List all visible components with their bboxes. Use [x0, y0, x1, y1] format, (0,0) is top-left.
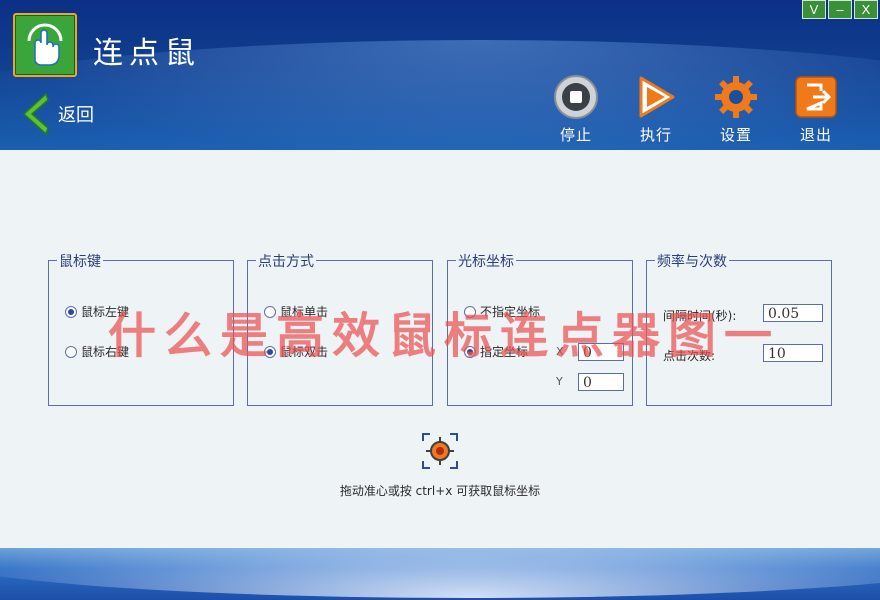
- radio-double-click[interactable]: 鼠标双击: [264, 343, 328, 360]
- back-label: 返回: [58, 105, 94, 126]
- stop-icon: [554, 75, 598, 119]
- hand-pointer-icon: [27, 23, 63, 66]
- header-bar: 连点鼠 V – X 返回 停止 执行 设置 退出: [0, 0, 880, 150]
- window-controls: V – X: [800, 0, 878, 19]
- stop-label: 停止: [559, 126, 592, 144]
- y-label: Y: [556, 375, 563, 388]
- radio-left-label: 鼠标左键: [81, 305, 130, 319]
- run-label: 执行: [639, 126, 672, 144]
- crosshair-icon: [422, 433, 458, 469]
- exit-button[interactable]: 退出: [786, 74, 846, 145]
- radio-indicator[interactable]: [65, 345, 77, 358]
- chevron-left-icon: [22, 92, 49, 136]
- radio-right-label: 鼠标右键: [81, 345, 130, 359]
- radio-indicator[interactable]: [464, 305, 476, 318]
- frequency-legend: 频率与次数: [655, 251, 729, 271]
- radio-right-button[interactable]: 鼠标右键: [65, 343, 129, 360]
- exit-label: 退出: [799, 126, 832, 144]
- interval-label: 间隔时间(秒):: [663, 309, 737, 323]
- y-input[interactable]: 0: [578, 373, 624, 391]
- radio-left-button[interactable]: 鼠标左键: [65, 303, 129, 320]
- app-title: 连点鼠: [93, 36, 201, 71]
- x-input[interactable]: 0: [578, 343, 624, 361]
- radio-single-label: 鼠标单击: [280, 305, 329, 319]
- close-button[interactable]: X: [854, 0, 878, 19]
- settings-button[interactable]: 设置: [706, 74, 766, 145]
- settings-label: 设置: [719, 126, 752, 144]
- mouse-key-legend: 鼠标键: [57, 251, 103, 271]
- footer-decoration: [0, 548, 880, 598]
- radio-indicator[interactable]: [264, 345, 276, 358]
- frequency-group: 频率与次数 间隔时间(秒): 0.05 点击次数: 10: [646, 251, 832, 406]
- run-button[interactable]: 执行: [626, 74, 686, 145]
- mouse-key-group: 鼠标键 鼠标左键 鼠标右键: [48, 251, 234, 406]
- crosshair-hint: 拖动准心或按 ctrl+x 可获取鼠标坐标: [339, 484, 541, 498]
- gear-icon: [715, 76, 757, 118]
- crosshair-target-icon[interactable]: [421, 432, 459, 470]
- count-label: 点击次数:: [663, 349, 716, 363]
- x-label: X: [556, 345, 564, 358]
- radio-double-label: 鼠标双击: [280, 345, 329, 359]
- footer-bar: [0, 548, 880, 600]
- radio-no-coord[interactable]: 不指定坐标: [464, 303, 540, 320]
- radio-set-coord[interactable]: 指定坐标: [464, 343, 528, 360]
- app-logo: [13, 13, 77, 77]
- interval-input[interactable]: 0.05: [763, 304, 823, 322]
- play-icon: [639, 76, 675, 118]
- radio-no-coord-label: 不指定坐标: [480, 305, 541, 319]
- click-mode-legend: 点击方式: [256, 251, 316, 271]
- radio-set-coord-label: 指定坐标: [480, 345, 529, 359]
- back-button[interactable]: 返回: [18, 92, 94, 136]
- menu-v-button[interactable]: V: [802, 0, 826, 19]
- minimize-button[interactable]: –: [828, 0, 852, 19]
- click-mode-group: 点击方式 鼠标单击 鼠标双击: [247, 251, 433, 406]
- radio-indicator[interactable]: [264, 305, 276, 318]
- count-input[interactable]: 10: [763, 344, 823, 362]
- radio-indicator[interactable]: [464, 345, 476, 358]
- radio-single-click[interactable]: 鼠标单击: [264, 303, 328, 320]
- exit-door-icon: [795, 76, 837, 118]
- cursor-pos-legend: 光标坐标: [456, 251, 516, 271]
- cursor-pos-group: 光标坐标 不指定坐标 指定坐标 X 0 Y 0: [447, 251, 633, 406]
- stop-button[interactable]: 停止: [546, 74, 606, 145]
- radio-indicator[interactable]: [65, 305, 77, 318]
